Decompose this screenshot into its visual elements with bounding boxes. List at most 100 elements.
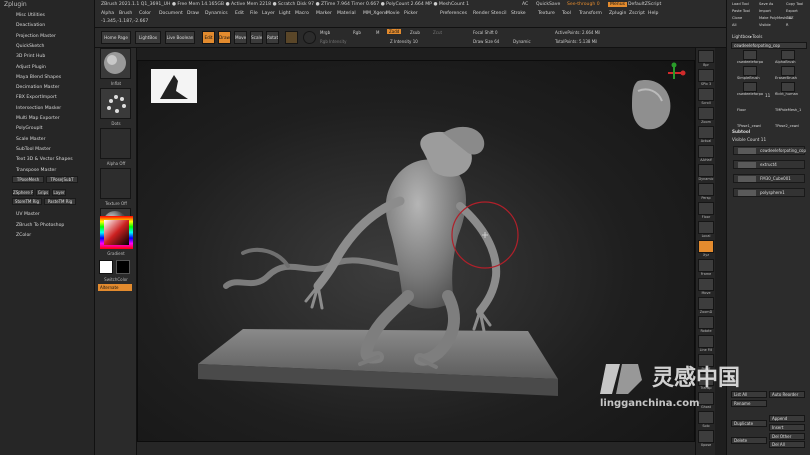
plugin-menu-item[interactable]: ZBrush To Photoshop	[16, 223, 64, 228]
menu-marker[interactable]: Marker	[316, 11, 332, 16]
view-solo-button[interactable]	[698, 411, 714, 424]
menu-stroke[interactable]: Stroke	[511, 11, 526, 16]
menu-mm-xgens[interactable]: MM_Xgens	[363, 11, 387, 16]
tool-menu-button[interactable]: R	[786, 23, 789, 27]
transpose-master-button[interactable]: TPose|SubT	[46, 176, 78, 183]
tool-thumbnail-label[interactable]: AlphaBrush	[775, 60, 796, 64]
tool-thumbnail-label[interactable]: SimpleBrush	[737, 76, 760, 80]
lightbox-button[interactable]: LightBox	[135, 31, 161, 44]
menu-document[interactable]: Document	[159, 11, 183, 16]
transpose-master-button[interactable]: Layer	[52, 189, 66, 196]
tool-thumbnail-label[interactable]: flickt_human	[775, 92, 798, 96]
menu-edit[interactable]: Edit	[235, 11, 244, 16]
plugin-menu-item[interactable]: Intersection Masker	[16, 106, 61, 111]
plugin-menu-item[interactable]: FBX ExportImport	[16, 95, 57, 100]
zadd-button[interactable]: Zadd	[387, 29, 402, 34]
tool-thumbnail-label[interactable]: TMPoleMesh_1	[775, 108, 801, 112]
subtool-action-button[interactable]: Delete	[731, 437, 767, 444]
view-zoom-button[interactable]	[698, 107, 714, 120]
menus-toggle[interactable]: Menus	[608, 2, 628, 7]
tool-thumbnail[interactable]	[781, 82, 795, 92]
subtool-action-button[interactable]: Append	[769, 415, 805, 422]
menu-file[interactable]: File	[250, 11, 258, 16]
plugin-menu-item[interactable]: QuickSketch	[16, 44, 44, 49]
menu-draw[interactable]: Draw	[187, 11, 199, 16]
material-swatch[interactable]	[285, 31, 298, 44]
focal-shift-slider[interactable]: Focal Shift 0	[473, 30, 498, 35]
view-scroll-button[interactable]	[698, 88, 714, 101]
plugin-menu-item[interactable]: Multi Map Exporter	[16, 116, 60, 121]
subtool-action-button[interactable]: List All	[731, 391, 767, 398]
plugin-menu-item[interactable]: Misc Utilities	[16, 13, 45, 18]
move-button[interactable]: Move	[234, 31, 247, 44]
tool-thumbnail[interactable]	[743, 50, 757, 60]
transpose-master-button[interactable]: StoreTM Rig	[12, 198, 42, 205]
menu-texture[interactable]: Texture	[538, 11, 555, 16]
tool-menu-button[interactable]: Paste Tool	[732, 9, 750, 13]
z-intensity-slider[interactable]: Z Intensity 10	[390, 39, 418, 44]
view-rotate-button[interactable]	[698, 316, 714, 329]
plugin-menu-item[interactable]: 3D Print Hub	[16, 54, 45, 59]
draw-button[interactable]: Draw	[218, 31, 231, 44]
view-frame-button[interactable]	[698, 259, 714, 272]
tool-thumbnail-label[interactable]: cswdeeleforpo	[737, 92, 763, 96]
subtool-action-button[interactable]: Del Other	[769, 433, 805, 440]
visible-count-slider[interactable]: Visible Count 11	[732, 137, 766, 142]
transpose-master-button[interactable]: ZSphere Rig	[12, 189, 34, 196]
transpose-master-button[interactable]: TPoseMesh	[12, 176, 44, 183]
main-color-swatch[interactable]	[99, 260, 113, 274]
alternate-button[interactable]: Alternate	[98, 284, 132, 291]
scale-button[interactable]: Scale	[250, 31, 263, 44]
view-move-button[interactable]	[698, 278, 714, 291]
tool-menu-button[interactable]: Visible	[759, 23, 771, 27]
tool-thumbnail-label[interactable]: EraserBrush	[775, 76, 797, 80]
quicksave-button[interactable]: QuickSave	[536, 2, 560, 7]
menu-macro[interactable]: Macro	[295, 11, 309, 16]
plugin-menu-item[interactable]: Deactivation	[16, 23, 45, 28]
menu-transform[interactable]: Transform	[579, 11, 602, 16]
subtool-row[interactable]: cswdeeleforpoting_cop	[733, 146, 806, 155]
view-line-fill-button[interactable]	[698, 335, 714, 348]
switch-color-button[interactable]: SwitchColor	[97, 277, 135, 282]
mrgb-button[interactable]: Mrgb	[320, 30, 330, 35]
tool-thumbnail[interactable]	[743, 82, 757, 92]
subtool-title[interactable]: Subtool	[732, 129, 750, 134]
plugin-menu-item[interactable]: Decimation Master	[16, 85, 59, 90]
tool-menu-button[interactable]: Export	[786, 9, 798, 13]
edit-button[interactable]: Edit	[202, 31, 215, 44]
subtool-row[interactable]: extruct4	[733, 160, 805, 169]
tool-menu-button[interactable]: Import	[759, 9, 771, 13]
view-xyz-button[interactable]	[698, 240, 714, 253]
sphere-brush-icon[interactable]	[303, 31, 316, 44]
tool-thumbnail[interactable]	[781, 50, 795, 60]
zsub-button[interactable]: Zsub	[410, 30, 420, 35]
menu-zplugin[interactable]: Zplugin	[609, 11, 626, 16]
view-dynamic-button[interactable]	[698, 164, 714, 177]
view-floor-button[interactable]	[698, 202, 714, 215]
menu-alpha[interactable]: Alpha	[101, 11, 114, 16]
texture-tile[interactable]	[100, 168, 131, 199]
tool-menu-button[interactable]: Copy Tool	[786, 2, 803, 6]
secondary-color-swatch[interactable]	[116, 260, 130, 274]
plugin-menu-item[interactable]: Maya Blend Shapes	[16, 75, 61, 80]
tool-menu-button[interactable]: GoZ	[786, 16, 793, 20]
rotate-button[interactable]: Rotate	[266, 31, 279, 44]
menu-brush[interactable]: Brush	[119, 11, 132, 16]
tool-thumbnail-label[interactable]: Floor	[737, 108, 746, 112]
menu-help[interactable]: Help	[648, 11, 658, 16]
menu-movie[interactable]: Movie	[386, 11, 400, 16]
zcut-button[interactable]: Zcut	[433, 30, 442, 35]
tool-menu-button[interactable]: Clone	[732, 16, 742, 20]
brush-tile[interactable]	[100, 48, 131, 79]
subtool-action-button[interactable]: Insert	[769, 424, 805, 431]
menu-picker[interactable]: Picker	[404, 11, 418, 16]
view-zoomd-button[interactable]	[698, 297, 714, 310]
tool-thumbnail[interactable]	[781, 66, 795, 76]
plugin-menu-item[interactable]: Transpose Master	[16, 168, 56, 173]
plugin-menu-item[interactable]: Projection Master	[16, 34, 56, 39]
tool-menu-button[interactable]: All	[732, 23, 736, 27]
current-tool-name[interactable]: cswdeeleforpoting_cop	[731, 42, 807, 49]
stroke-tile[interactable]	[100, 88, 131, 119]
view-orientation-head[interactable]	[632, 62, 686, 130]
plugin-menu-item[interactable]: ZColor	[16, 233, 31, 238]
